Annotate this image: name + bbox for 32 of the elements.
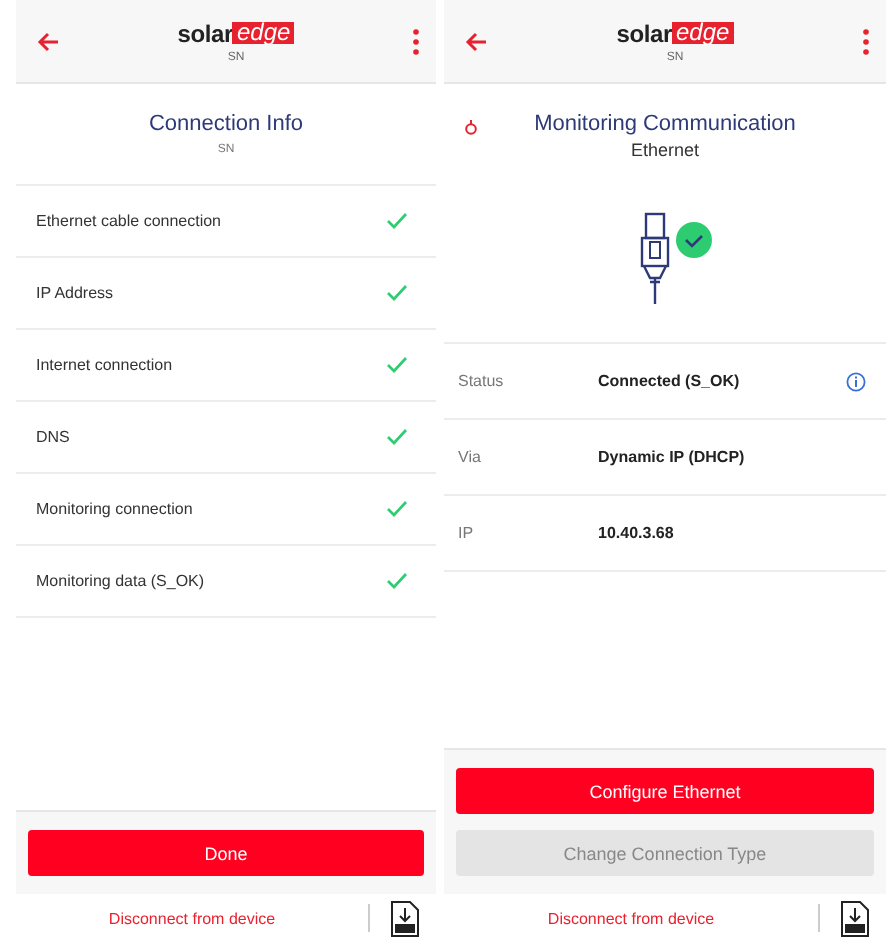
more-icon [411,27,420,55]
screen-subtitle: Ethernet [630,140,700,160]
check-label: Monitoring data (S_OK) [36,572,205,590]
logo-badge: edge [232,22,295,44]
check-label: IP Address [36,284,114,302]
logo-badge: edge [671,22,734,44]
download-image-icon[interactable] [840,899,870,937]
action-button[interactable]: Configure Ethernet [456,768,874,814]
screen-title: Connection Info [148,112,304,136]
check-label: Internet connection [36,356,173,374]
back-arrow-icon [36,29,60,53]
info-icon[interactable] [846,371,866,391]
download-image-icon[interactable] [390,899,420,937]
disconnect-link[interactable]: Disconnect from device [444,909,818,927]
field-value: 10.40.3.68 [598,524,676,542]
logo-text: solar [616,19,672,47]
check-label: Monitoring connection [36,500,193,518]
check-label: DNS [36,428,70,446]
more-icon [861,27,870,55]
back-arrow-icon [464,29,488,53]
more-menu-button[interactable] [857,23,874,59]
field-label: IP [458,524,476,542]
field-label: Status [458,372,506,390]
field-label: Via [458,448,483,466]
screen-title: Monitoring Communication [534,112,796,136]
field-value: Dynamic IP (DHCP) [598,448,747,466]
action-button[interactable]: Done [28,830,424,876]
check-label: Ethernet cable connection [36,212,222,230]
more-menu-button[interactable] [407,23,424,59]
disconnect-link[interactable]: Disconnect from device [16,909,368,927]
field-value: Connected (S_OK) [598,372,742,390]
logo-text: solar [177,19,233,47]
